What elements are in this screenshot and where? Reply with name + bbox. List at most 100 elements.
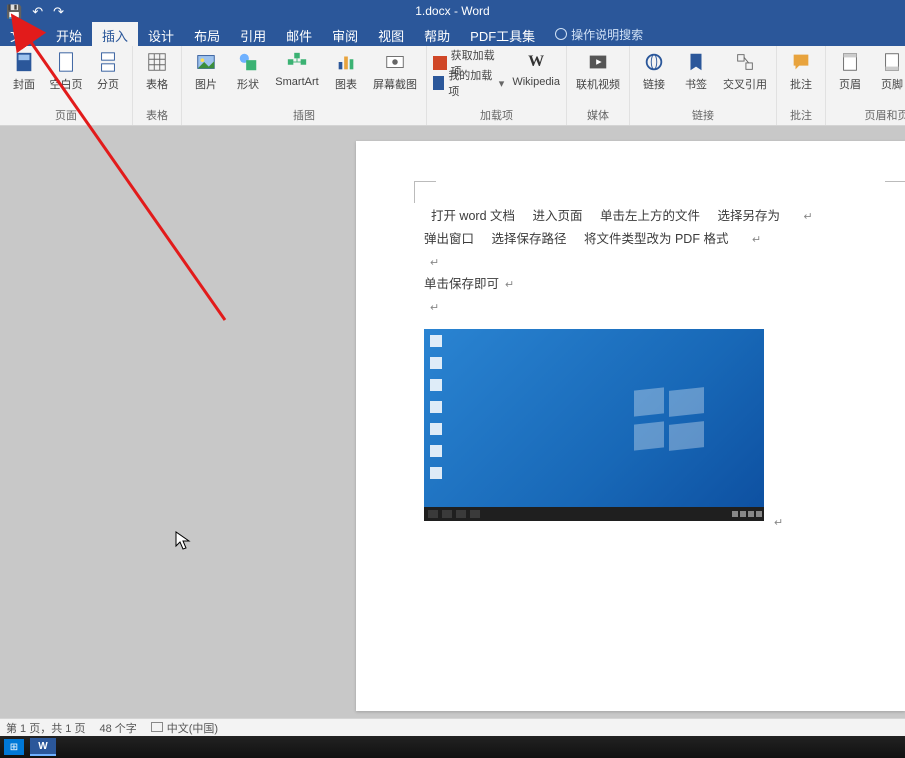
group-comments: 批注 批注 — [777, 46, 826, 125]
page-margin-left — [0, 126, 356, 718]
paragraph-mark: ↵ — [803, 211, 812, 223]
status-language[interactable]: 中文(中国) — [151, 720, 218, 736]
ribbon: 封面 空白页 分页 页面 表格 表格 图片 — [0, 46, 905, 126]
screenshot-icon — [383, 50, 407, 74]
screenshot-taskbar — [424, 507, 764, 521]
chart-button[interactable]: 图表 — [328, 50, 364, 92]
cover-page-button[interactable]: 封面 — [6, 50, 42, 92]
shapes-icon — [236, 50, 260, 74]
group-label-tables: 表格 — [139, 107, 175, 125]
bookmark-icon — [684, 50, 708, 74]
tab-pdftools[interactable]: PDF工具集 — [460, 22, 545, 46]
group-links: 链接 书签 交叉引用 链接 — [630, 46, 777, 125]
group-headerfooter: 页眉 页脚 # 页码 页眉和页脚 — [826, 46, 905, 125]
doc-empty-para: ↵ — [424, 296, 895, 319]
quick-access-toolbar: 💾 ↶ ↷ — [6, 5, 64, 18]
title-bar: 💾 ↶ ↷ 1.docx - Word — [0, 0, 905, 22]
addins-icon — [433, 76, 444, 90]
tab-references[interactable]: 引用 — [230, 22, 276, 46]
tab-layout[interactable]: 布局 — [184, 22, 230, 46]
pictures-icon — [194, 50, 218, 74]
comment-icon — [789, 50, 813, 74]
document-page[interactable]: 打开 word 文档 进入页面 单击左上方的文件 选择另存为 ↵ 弹出窗口 选择… — [356, 141, 905, 711]
crossref-button[interactable]: 交叉引用 — [720, 50, 770, 92]
desktop-icons — [430, 335, 442, 479]
group-label-headerfooter: 页眉和页脚 — [832, 107, 905, 125]
smartart-icon — [285, 50, 309, 74]
chart-icon — [334, 50, 358, 74]
tab-help[interactable]: 帮助 — [414, 22, 460, 46]
bookmark-button[interactable]: 书签 — [678, 50, 714, 92]
pictures-button[interactable]: 图片 — [188, 50, 224, 92]
tab-mailings[interactable]: 邮件 — [276, 22, 322, 46]
group-label-pages: 页面 — [6, 107, 126, 125]
blank-page-icon — [54, 50, 78, 74]
group-label-links: 链接 — [636, 107, 770, 125]
wikipedia-icon: W — [524, 50, 548, 74]
doc-line-2: 弹出窗口 选择保存路径 将文件类型改为 PDF 格式 ↵ — [424, 228, 895, 251]
doc-empty-para: ↵ — [424, 251, 895, 274]
taskbar-app-word[interactable]: W — [30, 738, 56, 756]
group-addins: 获取加载项 我的加载项▾ W Wikipedia 加载项 — [427, 46, 567, 125]
windows-icon: ⊞ — [10, 742, 18, 753]
shapes-button[interactable]: 形状 — [230, 50, 266, 92]
wikipedia-button[interactable]: W Wikipedia — [512, 50, 560, 92]
smartart-button[interactable]: SmartArt — [272, 50, 322, 92]
page-break-button[interactable]: 分页 — [90, 50, 126, 92]
comment-button[interactable]: 批注 — [783, 50, 819, 92]
word-icon: W — [38, 741, 47, 752]
link-icon — [642, 50, 666, 74]
save-icon[interactable]: 💾 — [6, 5, 22, 18]
header-icon — [838, 50, 862, 74]
window-title: 1.docx - Word — [0, 4, 905, 18]
link-button[interactable]: 链接 — [636, 50, 672, 92]
group-label-media: 媒体 — [573, 107, 623, 125]
tab-home[interactable]: 开始 — [46, 22, 92, 46]
document-area[interactable]: 打开 word 文档 进入页面 单击左上方的文件 选择另存为 ↵ 弹出窗口 选择… — [0, 126, 905, 718]
book-icon — [151, 722, 163, 732]
group-illustrations: 图片 形状 SmartArt 图表 屏幕截图 插图 — [182, 46, 427, 125]
crossref-icon — [733, 50, 757, 74]
doc-line-3: 单击保存即可↵ — [424, 273, 895, 296]
footer-button[interactable]: 页脚 — [874, 50, 905, 92]
table-icon — [145, 50, 169, 74]
paragraph-mark: ↵ — [752, 234, 761, 246]
online-video-button[interactable]: 联机视频 — [573, 50, 623, 92]
embedded-screenshot[interactable] — [424, 329, 764, 521]
page-break-icon — [96, 50, 120, 74]
cursor-icon — [175, 531, 191, 551]
group-tables: 表格 表格 — [133, 46, 182, 125]
undo-icon[interactable]: ↶ — [32, 5, 43, 18]
footer-icon — [880, 50, 904, 74]
screenshot-button[interactable]: 屏幕截图 — [370, 50, 420, 92]
tell-me-label: 操作说明搜索 — [571, 26, 643, 43]
group-media: 联机视频 媒体 — [567, 46, 630, 125]
os-taskbar: ⊞ W — [0, 736, 905, 758]
status-word-count[interactable]: 48 个字 — [99, 720, 136, 736]
store-icon — [433, 56, 447, 70]
header-button[interactable]: 页眉 — [832, 50, 868, 92]
blank-page-button[interactable]: 空白页 — [48, 50, 84, 92]
group-label-addins: 加载项 — [433, 107, 560, 125]
redo-icon[interactable]: ↷ — [53, 5, 64, 18]
status-page[interactable]: 第 1 页，共 1 页 — [6, 720, 85, 736]
group-pages: 封面 空白页 分页 页面 — [0, 46, 133, 125]
tell-me[interactable]: 操作说明搜索 — [545, 22, 653, 46]
tab-insert[interactable]: 插入 — [92, 22, 138, 46]
page-content: 打开 word 文档 进入页面 单击左上方的文件 选择另存为 ↵ 弹出窗口 选择… — [424, 171, 895, 535]
windows-logo-icon — [634, 389, 704, 449]
doc-line-1: 打开 word 文档 进入页面 单击左上方的文件 选择另存为 ↵ — [424, 205, 895, 228]
bulb-icon — [555, 28, 567, 40]
ribbon-tabs: 文件 开始 插入 设计 布局 引用 邮件 审阅 视图 帮助 PDF工具集 操作说… — [0, 22, 905, 46]
tab-file[interactable]: 文件 — [0, 22, 46, 46]
start-button[interactable]: ⊞ — [4, 739, 24, 755]
table-button[interactable]: 表格 — [139, 50, 175, 92]
video-icon — [586, 50, 610, 74]
tab-design[interactable]: 设计 — [138, 22, 184, 46]
paragraph-mark: ↵ — [774, 517, 783, 529]
tab-review[interactable]: 审阅 — [322, 22, 368, 46]
my-addins-button[interactable]: 我的加载项▾ — [433, 74, 504, 92]
status-bar: 第 1 页，共 1 页 48 个字 中文(中国) — [0, 718, 905, 736]
cover-page-icon — [12, 50, 36, 74]
tab-view[interactable]: 视图 — [368, 22, 414, 46]
